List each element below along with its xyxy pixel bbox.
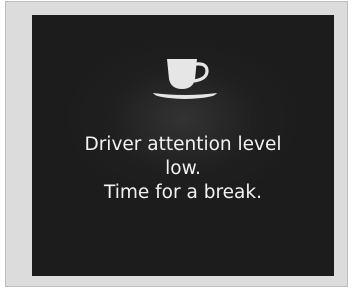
message-line-1: Driver attention level — [84, 134, 282, 155]
break-reminder-message: Driver attention level low. Time for a b… — [32, 133, 334, 205]
message-line-2: low. — [165, 158, 201, 179]
message-line-3: Time for a break. — [104, 182, 262, 203]
instrument-display: Driver attention level low. Time for a b… — [32, 15, 334, 276]
coffee-cup-icon — [153, 59, 217, 99]
display-frame: Driver attention level low. Time for a b… — [5, 1, 348, 287]
